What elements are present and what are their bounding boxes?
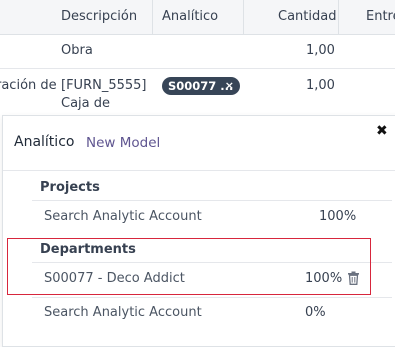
row-description: [FURN_5555] bbox=[61, 78, 147, 93]
column-divider bbox=[152, 0, 153, 34]
row-quantity: 1,00 bbox=[306, 78, 335, 93]
percentage-field[interactable]: 0% bbox=[305, 305, 326, 320]
analytic-account-search-input[interactable]: Search Analytic Account bbox=[44, 305, 202, 320]
col-analitico-header[interactable]: Analítico bbox=[162, 0, 218, 34]
table-row[interactable]: Obra 1,00 bbox=[0, 34, 395, 69]
percentage-field[interactable]: 100% bbox=[319, 209, 356, 224]
row-quantity: 1,00 bbox=[306, 43, 335, 58]
divider bbox=[32, 200, 392, 201]
new-model-button[interactable]: New Model bbox=[86, 135, 160, 151]
divider bbox=[32, 297, 392, 298]
column-divider bbox=[338, 0, 339, 34]
table-header: Descripción Analítico Cantidad Entre bbox=[0, 0, 395, 35]
row-description: Obra bbox=[61, 43, 93, 58]
analytic-distribution-tag[interactable]: S00077 ... × bbox=[162, 77, 240, 95]
col-cantidad-header[interactable]: Cantidad bbox=[278, 0, 336, 34]
col-descripcion-header[interactable]: Descripción bbox=[61, 0, 137, 34]
column-divider bbox=[243, 0, 244, 34]
row-product-name: ración de bbox=[0, 78, 57, 93]
row-description-continued: Caja de bbox=[61, 96, 111, 111]
remove-tag-icon[interactable]: × bbox=[225, 77, 234, 95]
analytic-tag-label: S00077 ... bbox=[168, 79, 234, 93]
highlight-box bbox=[7, 238, 371, 295]
analytic-account-search-input[interactable]: Search Analytic Account bbox=[44, 209, 202, 224]
col-entrega-header[interactable]: Entre bbox=[366, 0, 395, 34]
close-icon[interactable]: ✖ bbox=[376, 123, 388, 139]
popover-header: Analítico New Model ✖ bbox=[3, 116, 395, 171]
popover-title: Analítico bbox=[14, 134, 75, 150]
group-projects-heading: Projects bbox=[40, 180, 100, 195]
analytic-distribution-popover: Analítico New Model ✖ Projects Search An… bbox=[2, 115, 395, 347]
table-row[interactable]: ración de [FURN_5555] Caja de S00077 ...… bbox=[0, 69, 395, 115]
